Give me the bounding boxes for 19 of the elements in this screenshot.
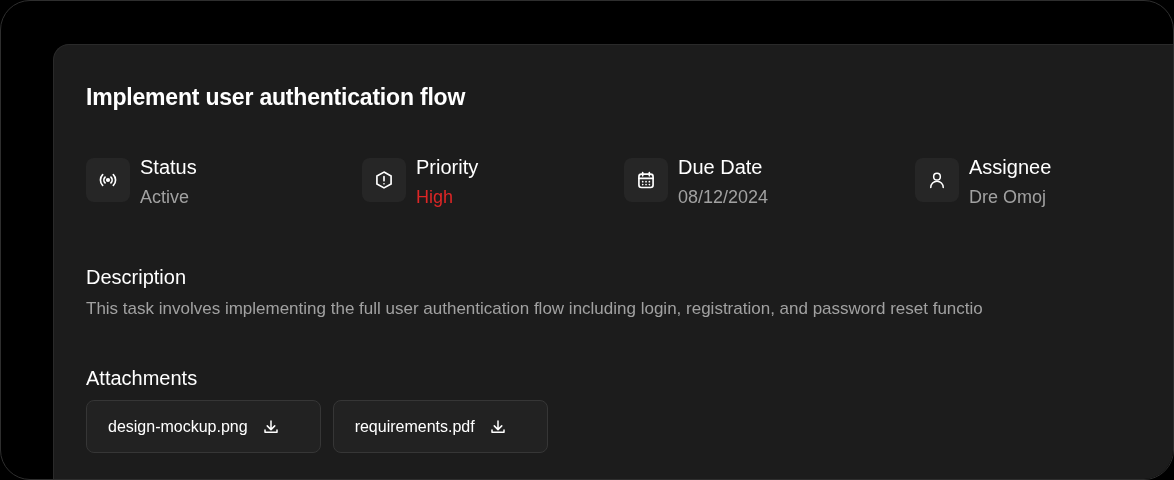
section-heading: Attachments bbox=[86, 366, 199, 390]
field-label: Assignee bbox=[969, 155, 1052, 179]
task-title: Implement user authentication flow bbox=[86, 83, 467, 111]
download-icon bbox=[261, 417, 280, 436]
attachment-button[interactable]: design-mockup.png bbox=[86, 400, 321, 453]
download-icon bbox=[488, 417, 507, 436]
user-icon bbox=[927, 170, 947, 190]
field-label: Due Date bbox=[678, 155, 764, 179]
field-value: Active bbox=[140, 186, 191, 208]
attachment-button[interactable]: requirements.pdf bbox=[332, 400, 548, 453]
field-value: High bbox=[416, 186, 455, 208]
field-value: 08/12/2024 bbox=[678, 186, 769, 208]
field-label: Priority bbox=[416, 155, 479, 179]
alert-icon bbox=[374, 170, 394, 190]
field-value: Dre Omoj bbox=[969, 186, 1047, 208]
calendar-icon bbox=[636, 170, 656, 190]
field-label: Status bbox=[140, 155, 197, 179]
section-heading: Description bbox=[86, 265, 188, 289]
description-text: This task involves implementing the full user authentication flow including login, registration, and password reset functio bbox=[86, 298, 984, 320]
